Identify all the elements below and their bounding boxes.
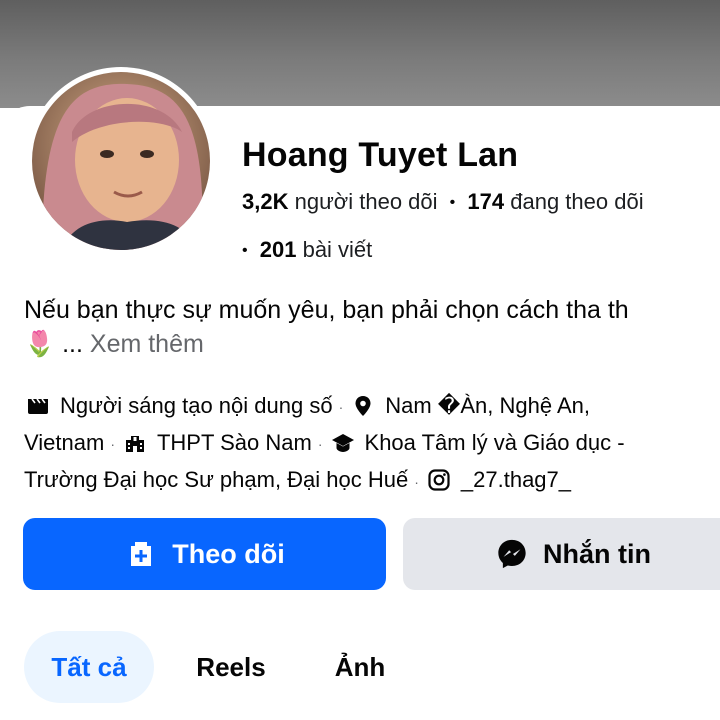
tab-reels[interactable]: Reels [180,631,282,703]
detail-separator: · [414,473,419,490]
profile-details: Người sáng tạo nội dung số · Nam �Àn, Ngh… [24,388,625,500]
stats-separator: • [449,194,456,211]
detail-separator: · [110,436,115,453]
detail-separator: · [317,436,323,453]
post-stats: • 201 bài viết [242,237,372,263]
university-text[interactable]: Khoa Tâm lý và Giáo dục - [365,430,625,455]
detail-separator: · [338,399,344,416]
tab-all[interactable]: Tất cả [24,631,154,703]
profile-tabs: Tất cả Reels Ảnh [0,631,720,703]
avatar-image [32,72,210,250]
stats-separator: • [242,242,248,259]
instagram-icon [425,467,453,491]
map-pin-icon [349,393,377,417]
location-text[interactable]: Nam �Àn, Nghệ An, [385,393,590,418]
instagram-handle[interactable]: _27.thag7_ [461,467,571,492]
creator-category: Người sáng tạo nội dung số [60,393,333,418]
followers-label[interactable]: người theo dõi [295,189,438,214]
profile-avatar[interactable] [27,67,215,255]
profile-name: Hoang Tuyet Lan [242,136,519,174]
school-text[interactable]: THPT Sào Nam [157,430,312,455]
location-country[interactable]: Vietnam [24,430,104,455]
posts-label: bài viết [302,237,373,262]
following-label[interactable]: đang theo dõi [510,189,643,214]
follow-label: Theo dõi [172,538,285,569]
message-button[interactable]: Nhắn tin [403,518,720,590]
graduation-cap-icon [329,430,357,454]
tab-photos[interactable]: Ảnh [320,631,400,703]
profile-bio: Nếu bạn thực sự muốn yêu, bạn phải chọn … [24,293,629,361]
see-more-link[interactable]: Xem thêm [90,330,204,358]
following-count[interactable]: 174 [467,189,504,214]
school-building-icon [121,430,149,454]
clapperboard-icon [24,393,52,417]
university-text-cont[interactable]: Trường Đại học Sư phạm, Đại học Huế [24,467,408,492]
message-label: Nhắn tin [543,538,651,569]
tulip-emoji: 🌷 [24,330,56,358]
bio-ellipsis: ... [62,330,83,358]
add-friend-icon [124,538,158,570]
follow-button[interactable]: Theo dõi [23,518,386,590]
followers-count[interactable]: 3,2K [242,189,288,214]
follow-stats: 3,2K người theo dõi • 174 đang theo dõi [242,189,644,215]
messenger-icon [495,538,529,570]
bio-text: Nếu bạn thực sự muốn yêu, bạn phải chọn … [24,296,629,324]
posts-count: 201 [259,237,297,262]
